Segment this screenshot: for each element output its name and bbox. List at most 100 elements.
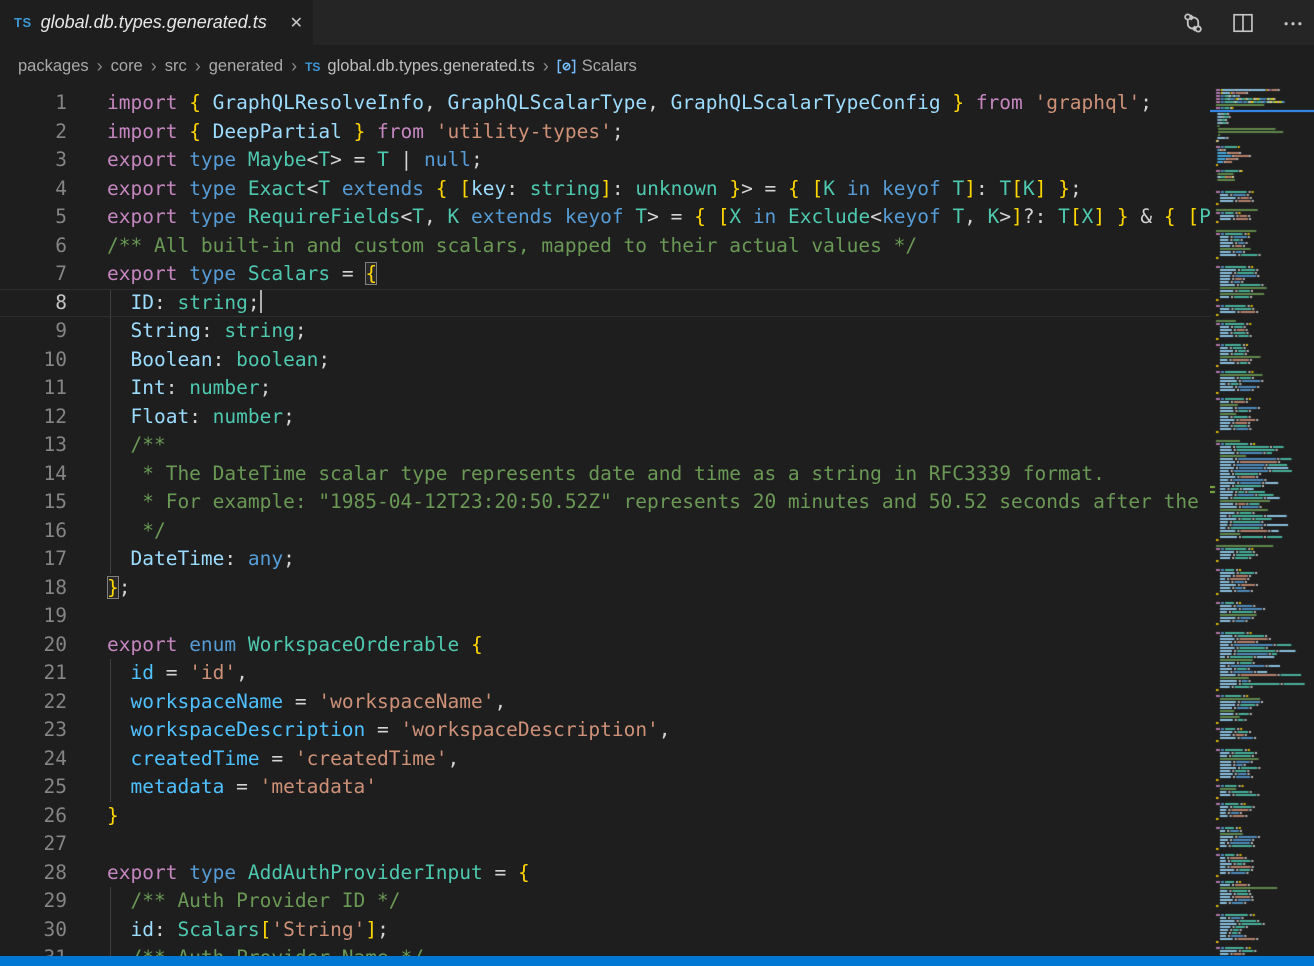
line-number: 29 [0, 887, 67, 916]
code-line[interactable]: 11 Int: number; [0, 374, 1210, 403]
vscode-window: TS global.db.types.generated.ts ✕ packag… [0, 0, 1314, 966]
code-line[interactable]: 6/** All built-in and custom scalars, ma… [0, 232, 1210, 261]
line-number: 28 [0, 859, 67, 888]
line-number: 31 [0, 944, 67, 956]
code-line[interactable]: 7 export type Scalars = { [0, 260, 1210, 289]
breadcrumb-item-generated[interactable]: generated [209, 57, 283, 76]
code-line[interactable]: 1 import { GraphQLResolveInfo, GraphQLSca… [0, 89, 1210, 118]
line-number: 13 [0, 431, 67, 460]
breadcrumb-separator: › [151, 56, 157, 77]
code-line-content: /** Auth Provider Name */ [107, 944, 424, 956]
breadcrumb-file[interactable]: global.db.types.generated.ts [327, 57, 534, 76]
breadcrumb-separator: › [543, 56, 549, 77]
code-line[interactable]: 19 [0, 602, 1210, 631]
code-line[interactable]: 8 ID: string; [0, 289, 1210, 318]
tab-close-icon[interactable]: ✕ [290, 13, 303, 33]
code-line-content: workspaceName = 'workspaceName', [107, 688, 506, 717]
breadcrumb-item-core[interactable]: core [111, 57, 143, 76]
code-line-content: Boolean: boolean; [107, 346, 330, 375]
code-line-content: import { GraphQLResolveInfo, GraphQLScal… [107, 89, 1152, 118]
breadcrumb-typescript-icon: TS [305, 60, 320, 74]
code-line[interactable]: 9 String: string; [0, 317, 1210, 346]
code-line[interactable]: 14 * The DateTime scalar type represents… [0, 460, 1210, 489]
line-number: 20 [0, 631, 67, 660]
line-number: 1 [0, 89, 67, 118]
split-editor-icon[interactable] [1232, 12, 1254, 34]
code-line-content: export type Maybe<T> = T | null; [107, 146, 483, 175]
editor-tab[interactable]: TS global.db.types.generated.ts ✕ [0, 0, 313, 45]
line-number: 2 [0, 118, 67, 147]
code-line[interactable]: 27 [0, 830, 1210, 859]
code-line[interactable]: 20export enum WorkspaceOrderable { [0, 631, 1210, 660]
code-line[interactable]: 25 metadata = 'metadata' [0, 773, 1210, 802]
code-line[interactable]: 2 import { DeepPartial } from 'utility-ty… [0, 118, 1210, 147]
breadcrumb-separator: › [97, 56, 103, 77]
code-line[interactable]: 17 DateTime: any; [0, 545, 1210, 574]
breadcrumb-item-packages[interactable]: packages [18, 57, 89, 76]
code-line-content: export type Scalars = { [107, 260, 377, 289]
code-line-content: Int: number; [107, 374, 271, 403]
line-number: 25 [0, 773, 67, 802]
line-number: 24 [0, 745, 67, 774]
code-line-content: * For example: "1985-04-12T23:20:50.52Z"… [107, 488, 1210, 517]
code-line[interactable]: 16 */ [0, 517, 1210, 546]
tab-bar: TS global.db.types.generated.ts ✕ [0, 0, 1314, 45]
line-number: 5 [0, 203, 67, 232]
code-line-content: DateTime: any; [107, 545, 295, 574]
line-number: 21 [0, 659, 67, 688]
code-line[interactable]: 31 /** Auth Provider Name */ [0, 944, 1210, 956]
code-line[interactable]: 18}; [0, 574, 1210, 603]
breadcrumb-separator: › [291, 56, 297, 77]
code-line[interactable]: 10 Boolean: boolean; [0, 346, 1210, 375]
status-bar [0, 956, 1314, 966]
code-line-content: /** Auth Provider ID */ [107, 887, 401, 916]
breadcrumb: packages › core › src › generated › TS global.db.… [0, 45, 1314, 88]
code-line[interactable]: 26} [0, 802, 1210, 831]
code-line[interactable]: 23 workspaceDescription = 'workspaceDesc… [0, 716, 1210, 745]
code-line[interactable]: 28export type AddAuthProviderInput = { [0, 859, 1210, 888]
line-number: 23 [0, 716, 67, 745]
editor-actions [1182, 0, 1304, 45]
code-line-content: id = 'id', [107, 659, 248, 688]
code-line-content: metadata = 'metadata' [107, 773, 377, 802]
code-line[interactable]: 4export type Exact<T extends { [key: str… [0, 175, 1210, 204]
code-line-content: */ [107, 517, 166, 546]
line-number: 7 [0, 260, 67, 289]
code-line-content: import { DeepPartial } from 'utility-typ… [107, 118, 624, 147]
code-editor[interactable]: 1 import { GraphQLResolveInfo, GraphQLSca… [0, 88, 1210, 956]
tab-title: global.db.types.generated.ts [41, 12, 280, 33]
code-line-content: /** [107, 431, 166, 460]
breadcrumb-separator: › [195, 56, 201, 77]
code-line-content: String: string; [107, 317, 307, 346]
code-line-content: }; [107, 574, 131, 603]
text-cursor [260, 290, 262, 313]
line-number: 30 [0, 916, 67, 945]
open-changes-icon[interactable] [1182, 12, 1204, 34]
line-number: 3 [0, 146, 67, 175]
line-number: 10 [0, 346, 67, 375]
code-line-content: id: Scalars['String']; [107, 916, 389, 945]
minimap[interactable] [1210, 88, 1314, 956]
code-line[interactable]: 15 * For example: "1985-04-12T23:20:50.5… [0, 488, 1210, 517]
code-line[interactable]: 24 createdTime = 'createdTime', [0, 745, 1210, 774]
code-line[interactable]: 29 /** Auth Provider ID */ [0, 887, 1210, 916]
line-number: 27 [0, 830, 67, 859]
code-line[interactable]: 12 Float: number; [0, 403, 1210, 432]
code-line[interactable]: 13 /** [0, 431, 1210, 460]
line-number: 14 [0, 460, 67, 489]
code-line-content: export type Exact<T extends { [key: stri… [107, 175, 1082, 204]
line-number: 22 [0, 688, 67, 717]
code-line[interactable]: 22 workspaceName = 'workspaceName', [0, 688, 1210, 717]
line-number: 11 [0, 374, 67, 403]
code-line-content: export type RequireFields<T, K extends k… [107, 203, 1210, 232]
more-actions-icon[interactable] [1282, 12, 1304, 34]
code-line[interactable]: 21 id = 'id', [0, 659, 1210, 688]
code-line[interactable]: 5 export type RequireFields<T, K extends … [0, 203, 1210, 232]
code-line-content: workspaceDescription = 'workspaceDescrip… [107, 716, 671, 745]
line-number: 18 [0, 574, 67, 603]
breadcrumb-item-src[interactable]: src [165, 57, 187, 76]
code-line[interactable]: 3 export type Maybe<T> = T | null; [0, 146, 1210, 175]
typescript-file-icon: TS [14, 15, 32, 30]
code-line[interactable]: 30 id: Scalars['String']; [0, 916, 1210, 945]
breadcrumb-symbol[interactable]: Scalars [582, 57, 637, 76]
